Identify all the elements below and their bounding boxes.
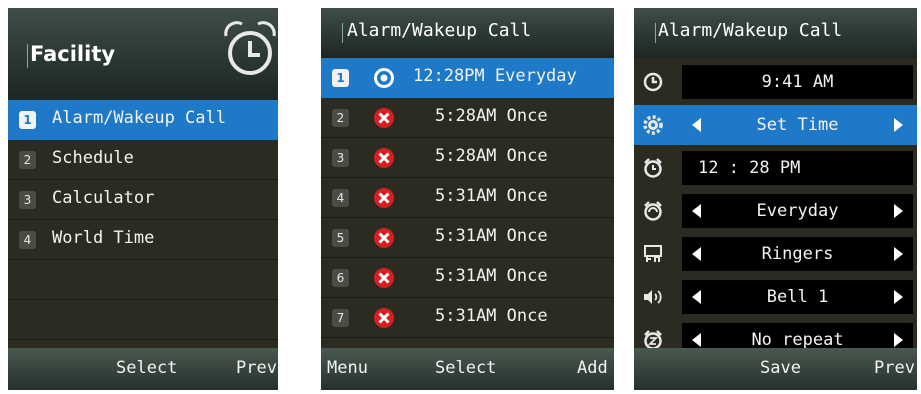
alarm-time: 5:31AM Once (435, 266, 548, 286)
alarm-time: 5:31AM Once (435, 226, 548, 246)
current-time-value: 9:41 AM (761, 72, 834, 92)
alarm-off-icon (374, 148, 394, 168)
ringtone-selector[interactable]: Bell 1 (682, 280, 913, 314)
menu-item-world-time[interactable]: 4 World Time (8, 220, 278, 260)
time-mode-value: Set Time (756, 115, 839, 135)
item-number: 3 (19, 191, 36, 209)
menu-item-calculator[interactable]: 3 Calculator (8, 180, 278, 220)
softkey-select[interactable]: Select (116, 358, 177, 378)
time-mode-selector[interactable]: Set Time (682, 108, 913, 142)
title-marker (342, 23, 343, 43)
alarm-off-icon (374, 268, 394, 288)
softkey-add[interactable]: Add (577, 358, 608, 378)
softkey-select[interactable]: Select (435, 358, 496, 378)
sound-type-row[interactable]: Ringers (634, 234, 917, 274)
current-time-row: 9:41 AM (634, 62, 917, 102)
item-number: 5 (332, 229, 349, 247)
speaker-icon (644, 290, 662, 304)
repeat-days-value: Everyday (756, 201, 839, 221)
alarm-time-value: 12 : 28 PM (698, 158, 801, 178)
repeat-days-row[interactable]: Everyday (634, 191, 917, 231)
alarm-off-icon (374, 108, 394, 128)
time-mode-row[interactable]: Set Time (634, 105, 917, 145)
right-arrow-icon[interactable] (894, 247, 903, 261)
item-number: 2 (332, 109, 349, 127)
item-number: 1 (19, 111, 36, 129)
menu-item-schedule[interactable]: 2 Schedule (8, 140, 278, 180)
alarm-item-2[interactable]: 2 5:28AM Once (321, 98, 614, 138)
empty-row (8, 300, 278, 340)
item-number: 6 (332, 269, 349, 287)
snooze-value: No repeat (751, 330, 844, 350)
softkey-bar: Save Prev (634, 348, 917, 390)
item-number: 3 (332, 149, 349, 167)
alarm-on-icon (374, 68, 394, 88)
title-marker (27, 44, 28, 68)
ringtone-row[interactable]: Bell 1 (634, 277, 917, 317)
alarm-time-row[interactable]: 12 : 28 PM (634, 148, 917, 188)
alarm-time-field[interactable]: 12 : 28 PM (682, 151, 913, 185)
repeat-days-selector[interactable]: Everyday (682, 194, 913, 228)
item-number: 4 (332, 189, 349, 207)
right-arrow-icon[interactable] (894, 118, 903, 132)
right-arrow-icon[interactable] (894, 290, 903, 304)
ringer-folder-icon (644, 245, 662, 262)
facility-title: Facility (30, 42, 116, 66)
menu-item-label: Calculator (52, 188, 155, 208)
alarm-time: 5:28AM Once (435, 146, 548, 166)
sound-type-selector[interactable]: Ringers (682, 237, 913, 271)
empty-row (8, 260, 278, 300)
alarm-list-screen: Alarm/Wakeup Call 1 12:28PM Everyday 2 5… (321, 8, 614, 390)
alarm-off-icon (374, 308, 394, 328)
alarm-item-5[interactable]: 5 5:31AM Once (321, 218, 614, 258)
alarm-clock-icon (644, 158, 662, 178)
alarm-time: 12:28PM Everyday (413, 66, 577, 86)
alarm-off-icon (374, 188, 394, 208)
menu-item-label: Schedule (52, 148, 134, 168)
softkey-save[interactable]: Save (760, 358, 801, 378)
alarm-time: 5:31AM Once (435, 186, 548, 206)
alarm-time: 5:31AM Once (435, 306, 548, 326)
current-time-field: 9:41 AM (682, 65, 913, 99)
alarm-edit-header: Alarm/Wakeup Call (634, 8, 917, 58)
alarm-time: 5:28AM Once (435, 106, 548, 126)
title-marker (655, 23, 656, 43)
alarm-item-3[interactable]: 3 5:28AM Once (321, 138, 614, 178)
alarm-list-header: Alarm/Wakeup Call (321, 8, 614, 58)
alarm-item-4[interactable]: 4 5:31AM Once (321, 178, 614, 218)
facility-screen: Facility 1 Alarm/Wakeup Call 2 Schedule … (8, 8, 278, 390)
right-arrow-icon[interactable] (894, 204, 903, 218)
menu-item-label: World Time (52, 228, 155, 248)
alarm-item-7[interactable]: 7 5:31AM Once (321, 298, 614, 338)
alarm-edit-screen: Alarm/Wakeup Call 9:41 AM Set Time 12: … (634, 8, 917, 390)
softkey-bar: Menu Select Add (321, 348, 614, 390)
clock-icon (643, 72, 663, 92)
alarm-clock-icon (224, 21, 276, 75)
softkey-prev[interactable]: Prev (236, 358, 277, 378)
sound-type-value: Ringers (761, 244, 834, 264)
right-arrow-icon[interactable] (894, 333, 903, 347)
softkey-menu[interactable]: Menu (327, 358, 368, 378)
softkey-bar: Select Prev (8, 348, 278, 390)
alarm-item-1[interactable]: 1 12:28PM Everyday (321, 58, 614, 98)
ringtone-value: Bell 1 (766, 287, 829, 307)
alarm-edit-title: Alarm/Wakeup Call (658, 20, 843, 41)
item-number: 7 (332, 309, 349, 327)
item-number: 1 (332, 69, 349, 87)
menu-item-alarm[interactable]: 1 Alarm/Wakeup Call (8, 100, 278, 140)
item-number: 4 (19, 231, 36, 249)
item-number: 2 (19, 151, 36, 169)
softkey-prev[interactable]: Prev (874, 358, 915, 378)
settings-gear-icon (643, 115, 663, 135)
menu-item-label: Alarm/Wakeup Call (52, 108, 226, 128)
alarm-item-6[interactable]: 6 5:31AM Once (321, 258, 614, 298)
alarm-repeat-icon (644, 201, 662, 221)
facility-header: Facility (8, 8, 278, 100)
alarm-off-icon (374, 228, 394, 248)
alarm-list-title: Alarm/Wakeup Call (347, 20, 532, 41)
